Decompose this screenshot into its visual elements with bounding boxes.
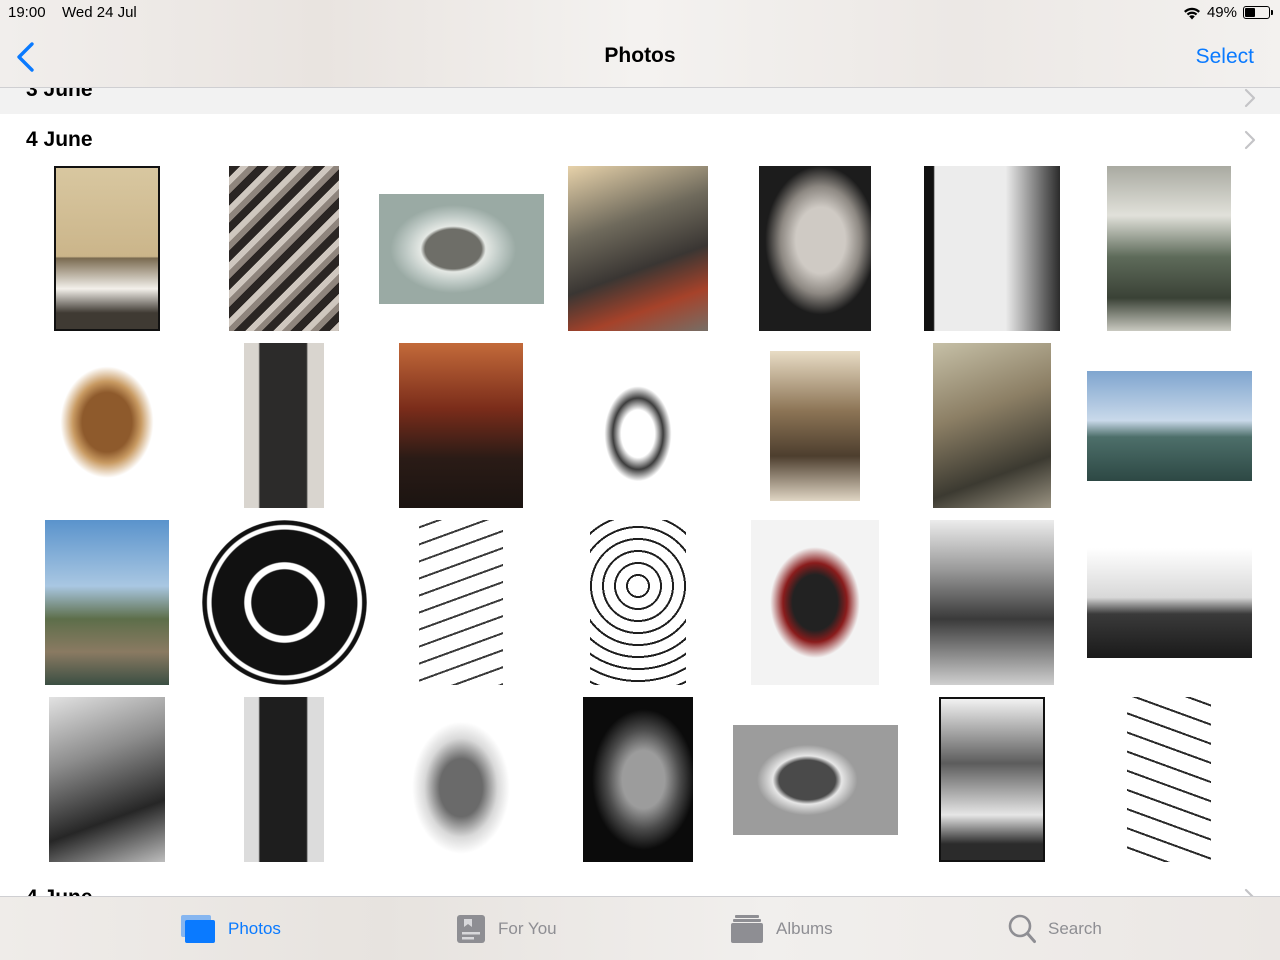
photo-thumbnail[interactable] [903, 514, 1081, 691]
for-you-tab-icon [457, 915, 485, 943]
photos-tab-icon [181, 915, 215, 943]
back-chevron-icon[interactable] [12, 40, 40, 74]
tab-search[interactable]: Search [1008, 911, 1102, 947]
photo-thumbnail[interactable] [549, 514, 727, 691]
cyclops-sculpture-image [759, 166, 871, 331]
photo-thumbnail[interactable] [549, 337, 727, 514]
tab-label: Photos [228, 919, 281, 938]
page-title: Photos [604, 44, 676, 67]
cthulhu-emblem-image [201, 520, 367, 685]
stone-golem-framed-image [54, 166, 160, 331]
battery-icon [1243, 6, 1273, 19]
photo-thumbnail[interactable] [903, 160, 1081, 337]
cerberus-legend-of-cryptids-image [399, 343, 523, 508]
octopus-line-sketch-image [419, 520, 503, 685]
photo-thumbnail[interactable] [1080, 691, 1258, 868]
photo-thumbnail[interactable] [372, 337, 550, 514]
winged-cat-ink-drawing-image [576, 343, 700, 508]
wifi-icon [1183, 7, 1200, 19]
octopus-sketch-bw-image [1127, 697, 1211, 862]
photo-grid [18, 160, 1262, 870]
battery-percent: 49% [1206, 4, 1237, 21]
photo-thumbnail[interactable] [195, 514, 373, 691]
photo-thumbnail[interactable] [372, 514, 550, 691]
photo-thumbnail[interactable] [18, 514, 196, 691]
tab-albums[interactable]: Albums [730, 911, 833, 947]
dragon-statue-castle-grayscale-image [930, 520, 1054, 685]
dragon-statue-grayscale-image [1086, 547, 1252, 658]
status-date: Wed 24 Jul [62, 4, 137, 21]
horned-chimera-beast-image [45, 343, 169, 508]
reptile-eye-grayscale-image [732, 724, 898, 835]
medusa-serpent-woman-image [1107, 166, 1231, 331]
chevron-right-icon [1244, 130, 1256, 150]
tab-bar: Photos For You Albums Search [0, 896, 1280, 960]
photo-thumbnail[interactable] [372, 691, 550, 868]
chevron-right-icon [1244, 88, 1256, 108]
octopus-tentacle-drawing-image [590, 520, 686, 685]
tab-label: Albums [776, 919, 833, 938]
photo-thumbnail[interactable] [549, 160, 727, 337]
dragon-statue-castle-image [45, 520, 169, 685]
doorway-sculpture-grayscale-image [244, 697, 324, 862]
photo-thumbnail[interactable] [18, 691, 196, 868]
section-header-next[interactable]: 4 June [0, 876, 1280, 898]
photo-thumbnail[interactable] [726, 160, 904, 337]
section-header-current[interactable]: 4 June [0, 114, 1280, 162]
photo-thumbnail[interactable] [1080, 514, 1258, 691]
photo-thumbnail[interactable] [195, 337, 373, 514]
chimera-beast-grayscale-image [751, 520, 879, 685]
dragon-breathing-fire-image [568, 166, 708, 331]
section-date-label: 4 June [26, 128, 93, 151]
griffin-grayscale-image [49, 697, 165, 862]
spiked-scales-closeup-image [229, 166, 339, 331]
status-time: 19:00 [8, 4, 46, 21]
photo-thumbnail[interactable] [372, 160, 550, 337]
section-date-label: 3 June [26, 88, 93, 101]
photo-thumbnail[interactable] [18, 160, 196, 337]
tab-photos[interactable]: Photos [180, 911, 281, 947]
photos-app-screen: 19:00 Wed 24 Jul 49% Photos Select 3 Jun… [0, 0, 1280, 960]
rooster-headed-griffin-image [933, 343, 1051, 508]
photo-thumbnail[interactable] [549, 691, 727, 868]
albums-tab-icon [731, 915, 763, 943]
tab-label: For You [498, 919, 557, 938]
photo-thumbnail[interactable] [195, 160, 373, 337]
cyclops-grayscale-image [583, 697, 693, 862]
section-header-previous[interactable]: 3 June [0, 88, 1280, 114]
serpent-woman-grayscale-image [400, 697, 522, 862]
gothic-doorway-sculpture-image [244, 343, 324, 508]
hydra-warrior-engraving-image [770, 350, 860, 501]
status-right-group: 49% [1183, 4, 1273, 21]
photo-thumbnail[interactable] [18, 337, 196, 514]
photo-thumbnail[interactable] [726, 691, 904, 868]
photo-thumbnail[interactable] [903, 337, 1081, 514]
select-button[interactable]: Select [1196, 45, 1254, 69]
photo-thumbnail[interactable] [726, 337, 904, 514]
search-icon [1008, 914, 1036, 943]
photo-thumbnail[interactable] [1080, 160, 1258, 337]
medusa-tattoo-sketch-image [924, 166, 1060, 331]
photo-thumbnail[interactable] [1080, 337, 1258, 514]
tab-label: Search [1048, 919, 1102, 938]
photo-thumbnail[interactable] [903, 691, 1081, 868]
reptile-eye-closeup-image [378, 193, 544, 304]
photo-thumbnail[interactable] [726, 514, 904, 691]
status-bar: 19:00 Wed 24 Jul 49% [0, 0, 1280, 26]
tab-for-you[interactable]: For You [456, 911, 557, 947]
stone-golem-grayscale-image [939, 697, 1045, 862]
dragon-statue-sky-image [1086, 370, 1252, 481]
photo-thumbnail[interactable] [195, 691, 373, 868]
